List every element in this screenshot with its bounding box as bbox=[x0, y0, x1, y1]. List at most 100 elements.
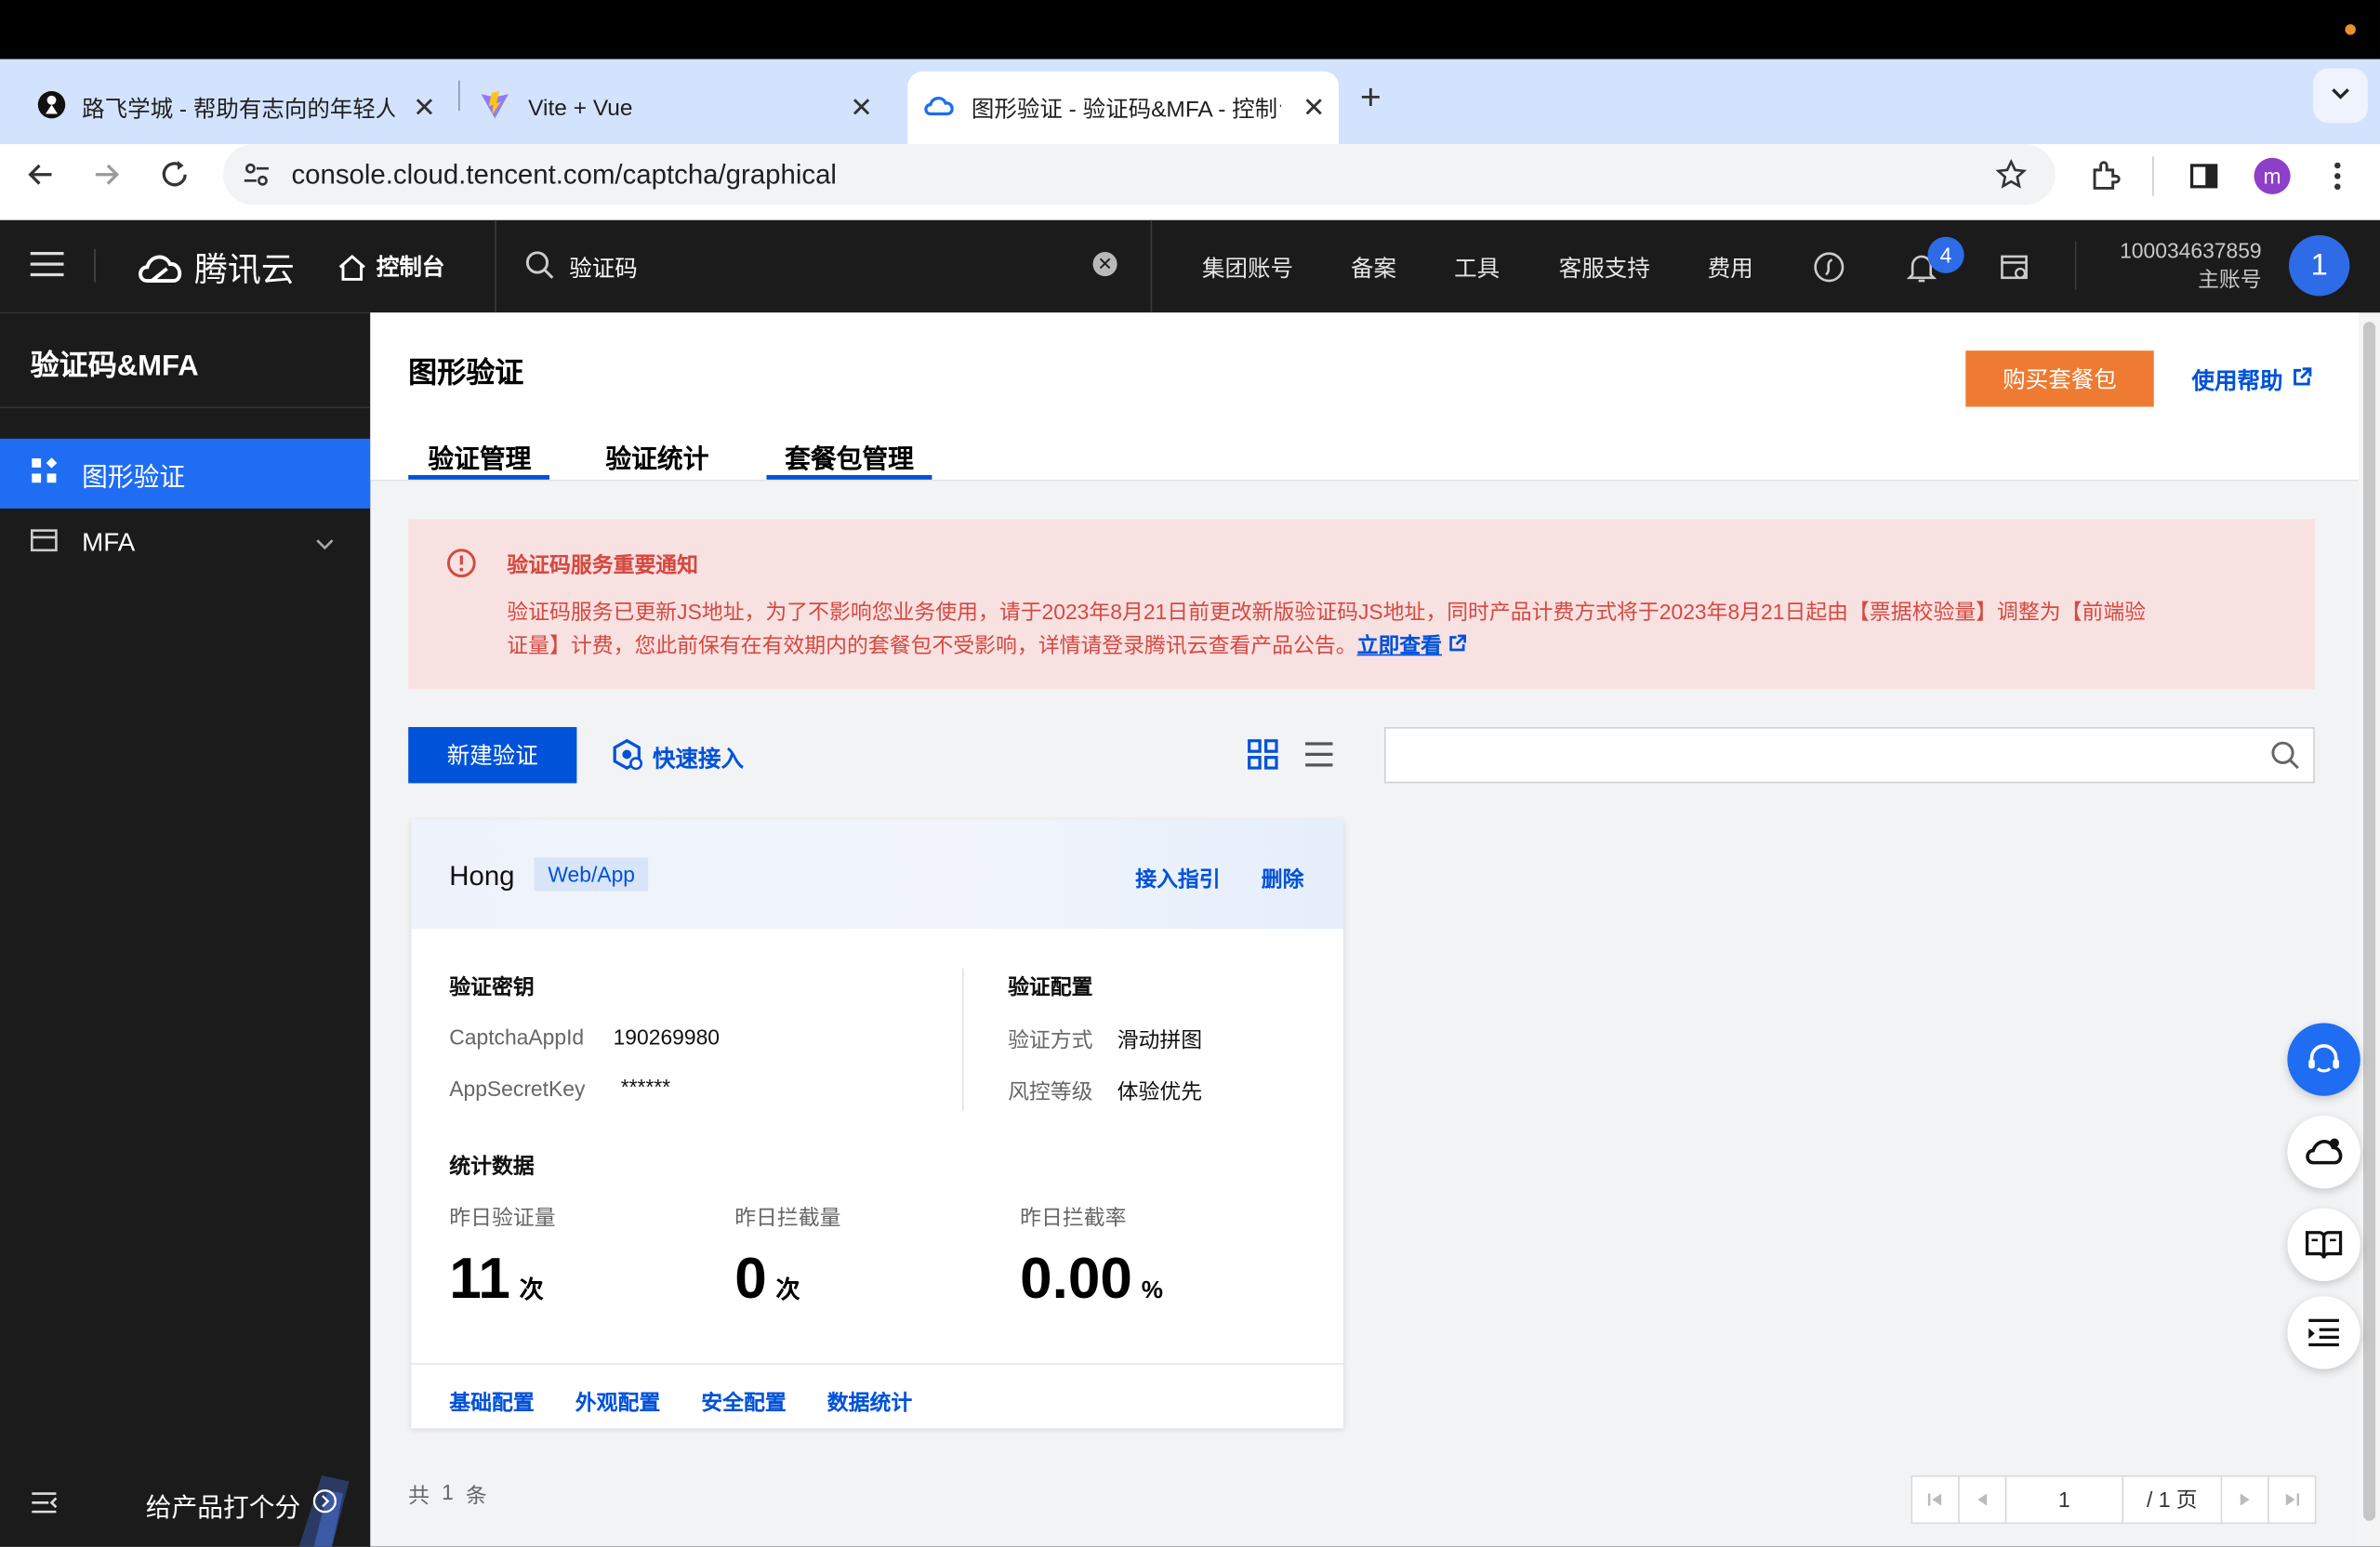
tab-verification-statistics[interactable]: 验证统计 bbox=[605, 437, 708, 475]
rate-product-link[interactable]: 给产品打个分 bbox=[146, 1486, 337, 1524]
close-tab-icon[interactable]: ✕ bbox=[850, 92, 873, 124]
browser-tab-strip: 路飞学城 - 帮助有志向的年轻人 ✕ Vite + Vue ✕ 图形验证 - 验… bbox=[0, 59, 2380, 145]
rate-product-label: 给产品打个分 bbox=[145, 1493, 301, 1523]
view-now-link[interactable]: 立即查看 bbox=[1357, 628, 1442, 662]
page-number-input[interactable]: 1 bbox=[2004, 1474, 2124, 1525]
browser-tab-captcha-active[interactable]: 图形验证 - 验证码&MFA - 控制台 ✕ bbox=[907, 71, 1339, 145]
nav-group-account[interactable]: 集团账号 bbox=[1202, 252, 1293, 284]
basic-config-link[interactable]: 基础配置 bbox=[449, 1387, 534, 1418]
list-view-icon[interactable] bbox=[1303, 741, 1334, 776]
tencent-cloud-logo[interactable]: 腾讯云 bbox=[137, 243, 295, 291]
tab-title: 图形验证 - 验证码&MFA - 控制台 bbox=[971, 96, 1281, 123]
scrollbar-thumb[interactable] bbox=[2363, 322, 2376, 1521]
total-prefix: 共 bbox=[408, 1483, 430, 1508]
close-tab-icon[interactable]: ✕ bbox=[1302, 92, 1326, 124]
close-tab-icon[interactable]: ✕ bbox=[413, 92, 436, 124]
page-scrollbar[interactable] bbox=[2359, 312, 2380, 1547]
browser-tab-luffy[interactable]: 路飞学城 - 帮助有志向的年轻人 ✕ bbox=[21, 72, 453, 144]
profile-avatar[interactable]: m bbox=[2254, 157, 2291, 194]
tab-verification-management[interactable]: 验证管理 bbox=[428, 437, 531, 475]
reload-button[interactable] bbox=[158, 158, 192, 199]
search-icon[interactable] bbox=[2270, 741, 2299, 777]
warning-circle-icon bbox=[446, 548, 477, 586]
help-link[interactable]: 使用帮助 bbox=[2192, 364, 2312, 396]
access-guide-link[interactable]: 接入指引 bbox=[1135, 864, 1220, 894]
customer-service-button[interactable] bbox=[2287, 1023, 2360, 1096]
sidebar-item-label: 图形验证 bbox=[82, 462, 186, 492]
outline-button[interactable] bbox=[2287, 1296, 2360, 1369]
config-section-title: 验证配置 bbox=[1008, 974, 1093, 999]
data-stats-link[interactable]: 数据统计 bbox=[827, 1387, 912, 1418]
card-search-input[interactable] bbox=[1383, 727, 2315, 784]
collapse-sidebar-icon[interactable] bbox=[31, 1490, 58, 1522]
arrow-right-icon bbox=[95, 164, 120, 185]
nav-support[interactable]: 客服支持 bbox=[1559, 252, 1650, 284]
last-page-button[interactable] bbox=[2268, 1474, 2317, 1525]
site-settings-icon[interactable] bbox=[242, 159, 272, 197]
delete-link[interactable]: 删除 bbox=[1262, 864, 1304, 894]
console-header: 腾讯云 控制台 验证码 ✕ 集团账号 备案 工具 客服支持 费用 4 10003… bbox=[0, 219, 2380, 313]
header-divider bbox=[1150, 219, 1153, 313]
appid-label: CaptchaAppId bbox=[449, 1025, 585, 1050]
order-icon[interactable] bbox=[1998, 250, 2031, 291]
browser-toolbar: console.cloud.tencent.com/captcha/graphi… bbox=[0, 144, 2380, 220]
appearance-config-link[interactable]: 外观配置 bbox=[575, 1387, 660, 1418]
nav-filing[interactable]: 备案 bbox=[1351, 252, 1396, 284]
header-search-input[interactable]: 验证码 bbox=[569, 252, 637, 284]
extensions-icon[interactable] bbox=[2089, 159, 2122, 200]
quick-access-link[interactable]: 快速接入 bbox=[610, 737, 744, 778]
first-page-button[interactable] bbox=[1911, 1474, 1960, 1525]
stat-unit: 次 bbox=[519, 1277, 544, 1304]
last-page-icon bbox=[2285, 1493, 2300, 1506]
cloud-shell-icon[interactable] bbox=[1812, 250, 1845, 291]
next-page-button[interactable] bbox=[2220, 1474, 2269, 1525]
tab-divider bbox=[458, 80, 460, 112]
address-bar[interactable]: console.cloud.tencent.com/captcha/graphi… bbox=[222, 144, 2056, 205]
page-total: / 1 页 bbox=[2122, 1474, 2223, 1525]
page-header: 图形验证 购买套餐包 使用帮助 验证管理 验证统计 套餐包管理 bbox=[370, 312, 2360, 480]
platform-tag: Web/App bbox=[534, 857, 649, 892]
browser-tab-vite[interactable]: Vite + Vue ✕ bbox=[465, 72, 896, 144]
prev-page-button[interactable] bbox=[1958, 1474, 2007, 1525]
nav-tools[interactable]: 工具 bbox=[1454, 252, 1500, 284]
hamburger-menu-icon[interactable] bbox=[30, 250, 64, 285]
cloud-user-icon bbox=[2306, 1138, 2343, 1165]
page-title: 图形验证 bbox=[408, 358, 524, 390]
app-name: Hong bbox=[449, 860, 515, 892]
security-config-link[interactable]: 安全配置 bbox=[701, 1387, 786, 1418]
sidebar-title: 验证码&MFA bbox=[30, 350, 199, 383]
header-divider bbox=[370, 479, 2360, 482]
bookmark-star-icon[interactable] bbox=[1995, 158, 2028, 197]
tab-package-management[interactable]: 套餐包管理 bbox=[785, 437, 914, 475]
card-view-icon[interactable] bbox=[1248, 739, 1278, 777]
user-avatar[interactable]: 1 bbox=[2289, 235, 2350, 297]
first-page-icon bbox=[1927, 1493, 1942, 1506]
secret-value: ****** bbox=[620, 1074, 671, 1100]
header-divider bbox=[495, 219, 496, 313]
nav-billing[interactable]: 费用 bbox=[1708, 252, 1753, 284]
sidebar-item-mfa[interactable]: MFA bbox=[0, 509, 370, 578]
vite-favicon-icon bbox=[480, 89, 510, 126]
new-tab-button[interactable]: + bbox=[1360, 77, 1382, 120]
console-home-link[interactable]: 控制台 bbox=[337, 250, 444, 282]
more-menu-icon[interactable] bbox=[2332, 159, 2344, 200]
sidebar-item-graphical-captcha[interactable]: 图形验证 bbox=[0, 438, 371, 509]
forward-button[interactable] bbox=[91, 159, 122, 197]
buy-package-button[interactable]: 购买套餐包 bbox=[1965, 350, 2154, 407]
back-button[interactable] bbox=[26, 159, 57, 197]
notice-title: 验证码服务重要通知 bbox=[507, 552, 699, 577]
tab-search-button[interactable] bbox=[2313, 68, 2368, 124]
card-icon bbox=[30, 527, 58, 559]
docs-button[interactable] bbox=[2287, 1208, 2360, 1281]
cloud-assistant-button[interactable] bbox=[2287, 1115, 2360, 1189]
stat-blocked: 0 次 bbox=[734, 1248, 800, 1313]
home-icon bbox=[338, 254, 365, 281]
stat-unit: 次 bbox=[775, 1277, 800, 1304]
clear-search-icon[interactable]: ✕ bbox=[1092, 252, 1117, 277]
create-verification-button[interactable]: 新建验证 bbox=[408, 727, 577, 784]
help-link-label: 使用帮助 bbox=[2191, 368, 2283, 395]
risk-value: 体验优先 bbox=[1117, 1078, 1203, 1104]
side-panel-icon[interactable] bbox=[2188, 161, 2219, 199]
account-info[interactable]: 100034637859 主账号 bbox=[2082, 237, 2262, 295]
captcha-app-card: Hong Web/App 接入指引 删除 验证密钥 CaptchaAppId 1… bbox=[411, 819, 1343, 1429]
